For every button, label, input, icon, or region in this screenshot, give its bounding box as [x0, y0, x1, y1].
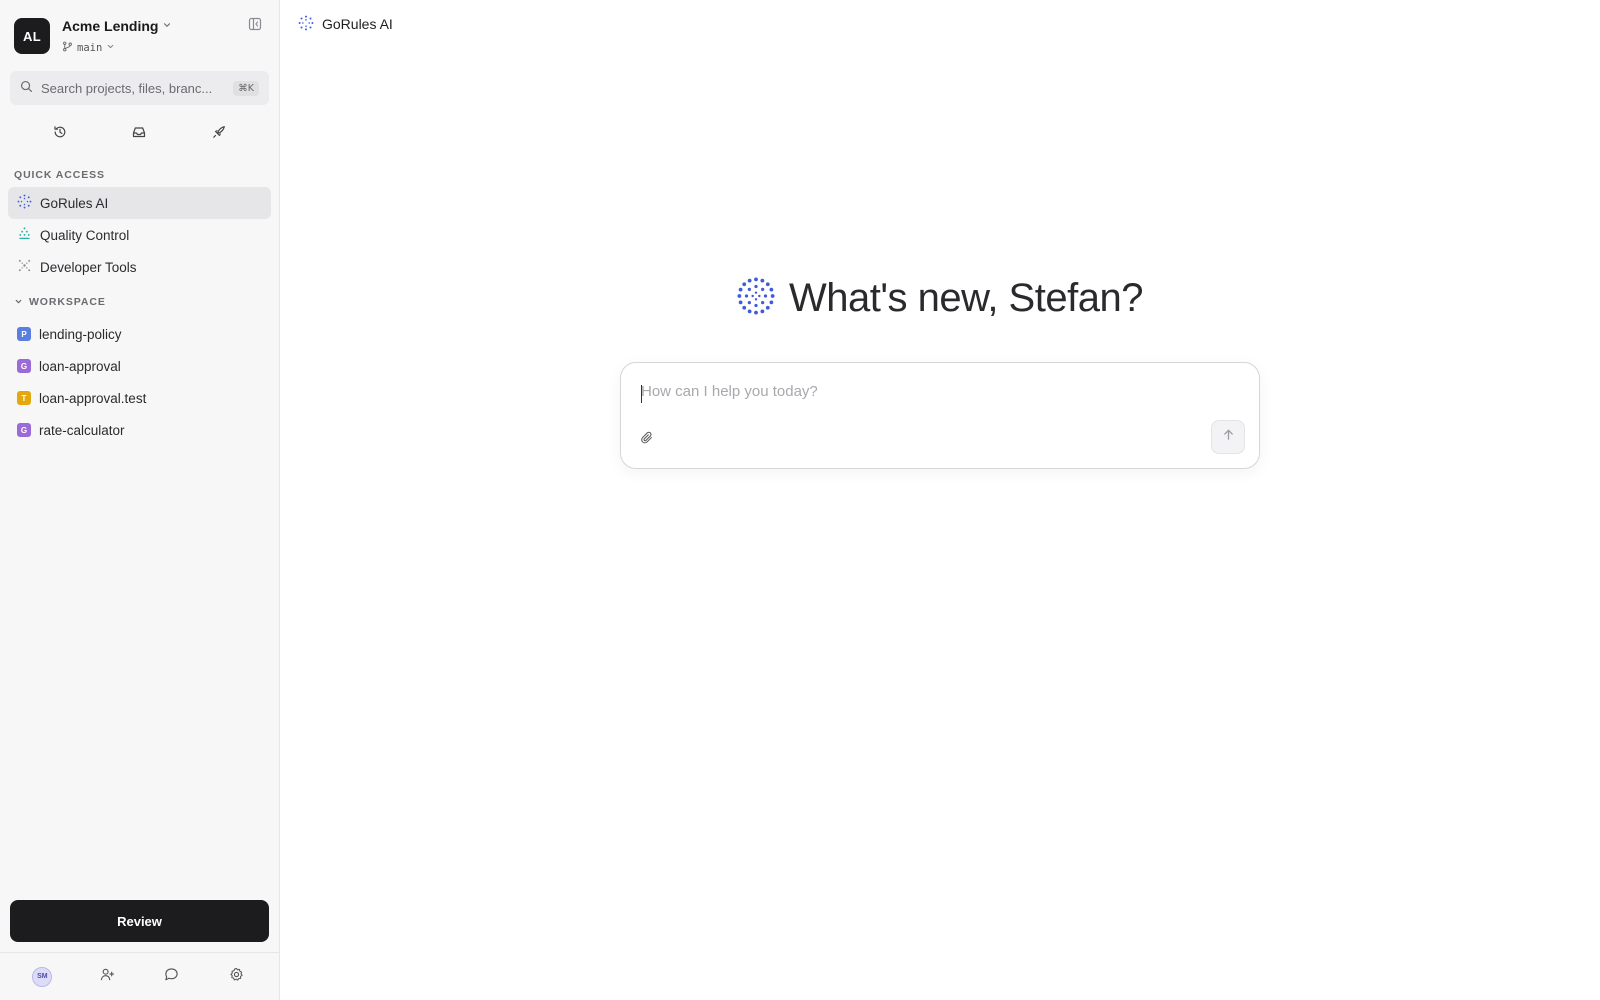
gear-icon	[229, 967, 244, 987]
paperclip-icon	[640, 431, 654, 450]
quality-control-icon	[17, 226, 32, 244]
quick-access-label: Developer Tools	[40, 259, 137, 275]
gorules-ai-icon	[17, 194, 32, 212]
send-button[interactable]	[1211, 420, 1245, 454]
project-badge-icon: G	[17, 423, 31, 437]
org-name: Acme Lending	[62, 18, 159, 34]
settings-button[interactable]	[225, 965, 249, 989]
org-avatar[interactable]: AL	[14, 18, 50, 54]
rocket-icon	[212, 125, 226, 144]
review-button[interactable]: Review	[10, 900, 269, 942]
org-switcher[interactable]: Acme Lending	[62, 17, 172, 35]
quick-access-item-developer-tools[interactable]: Developer Tools	[8, 251, 271, 283]
search-input[interactable]: Search projects, files, branc... ⌘K	[10, 71, 269, 105]
history-button[interactable]	[49, 123, 71, 145]
sidebar: AL Acme Lending main Search projects, fi…	[0, 0, 280, 1000]
org-info: Acme Lending main	[62, 18, 172, 55]
attach-button[interactable]	[637, 430, 657, 450]
search-shortcut: ⌘K	[233, 80, 259, 96]
user-plus-icon	[100, 967, 115, 987]
inbox-icon	[132, 125, 146, 144]
user-menu-button[interactable]: SM	[30, 965, 54, 989]
quick-access-list: GoRules AI Quality Control Developer Too…	[0, 187, 279, 283]
page-title: What's new, Stefan?	[789, 276, 1143, 320]
sidebar-toggle-icon	[248, 17, 262, 36]
workspace-item-label: lending-policy	[39, 326, 122, 342]
search-placeholder: Search projects, files, branc...	[41, 80, 213, 96]
text-caret	[641, 385, 642, 403]
workspace-item-label: rate-calculator	[39, 422, 125, 438]
workspace-list: P lending-policy G loan-approval T loan-…	[0, 318, 279, 446]
chevron-down-icon	[162, 17, 172, 35]
project-badge-icon: T	[17, 391, 31, 405]
history-icon	[53, 125, 67, 144]
quick-access-title: QUICK ACCESS	[14, 169, 105, 181]
quick-access-item-gorules-ai[interactable]: GoRules AI	[8, 187, 271, 219]
quick-access-item-quality-control[interactable]: Quality Control	[8, 219, 271, 251]
deployments-button[interactable]	[208, 123, 230, 145]
project-badge-icon: G	[17, 359, 31, 373]
workspace-item-loan-approval[interactable]: G loan-approval	[8, 350, 271, 382]
chat-button[interactable]	[160, 965, 184, 989]
workspace-item-rate-calculator[interactable]: G rate-calculator	[8, 414, 271, 446]
search-icon	[20, 80, 33, 96]
breadcrumb-label: GoRules AI	[322, 16, 393, 32]
project-badge-icon: P	[17, 327, 31, 341]
quick-access-label: GoRules AI	[40, 195, 109, 211]
arrow-up-icon	[1222, 428, 1235, 446]
chat-composer	[620, 362, 1260, 469]
breadcrumb: GoRules AI	[280, 0, 1600, 48]
gorules-ai-icon	[737, 277, 775, 320]
quick-icons	[0, 123, 279, 145]
workspace-item-label: loan-approval	[39, 358, 121, 374]
chat-bubble-icon	[164, 967, 179, 987]
developer-tools-icon	[17, 258, 32, 276]
hero: What's new, Stefan?	[280, 276, 1600, 321]
workspace-item-label: loan-approval.test	[39, 390, 147, 406]
chevron-down-icon	[14, 293, 23, 311]
gorules-ai-icon	[298, 15, 314, 34]
invite-user-button[interactable]	[95, 965, 119, 989]
inbox-button[interactable]	[128, 123, 150, 145]
collapse-sidebar-button[interactable]	[245, 16, 265, 36]
main-content: GoRules AI What's new, Stefan?	[280, 0, 1600, 1000]
prompt-input[interactable]	[641, 383, 1239, 400]
branch-name: main	[77, 42, 103, 54]
workspace-header[interactable]: WORKSPACE	[0, 292, 279, 312]
workspace-item-loan-approval-test[interactable]: T loan-approval.test	[8, 382, 271, 414]
chevron-down-icon	[106, 42, 115, 54]
workspace-item-lending-policy[interactable]: P lending-policy	[8, 318, 271, 350]
git-branch-icon	[62, 41, 73, 55]
branch-switcher[interactable]: main	[62, 41, 172, 55]
org-header: AL Acme Lending main	[0, 0, 279, 62]
avatar: SM	[32, 966, 53, 987]
quick-access-label: Quality Control	[40, 227, 130, 243]
workspace-title: WORKSPACE	[29, 296, 106, 308]
sidebar-footer: SM	[0, 952, 279, 1000]
